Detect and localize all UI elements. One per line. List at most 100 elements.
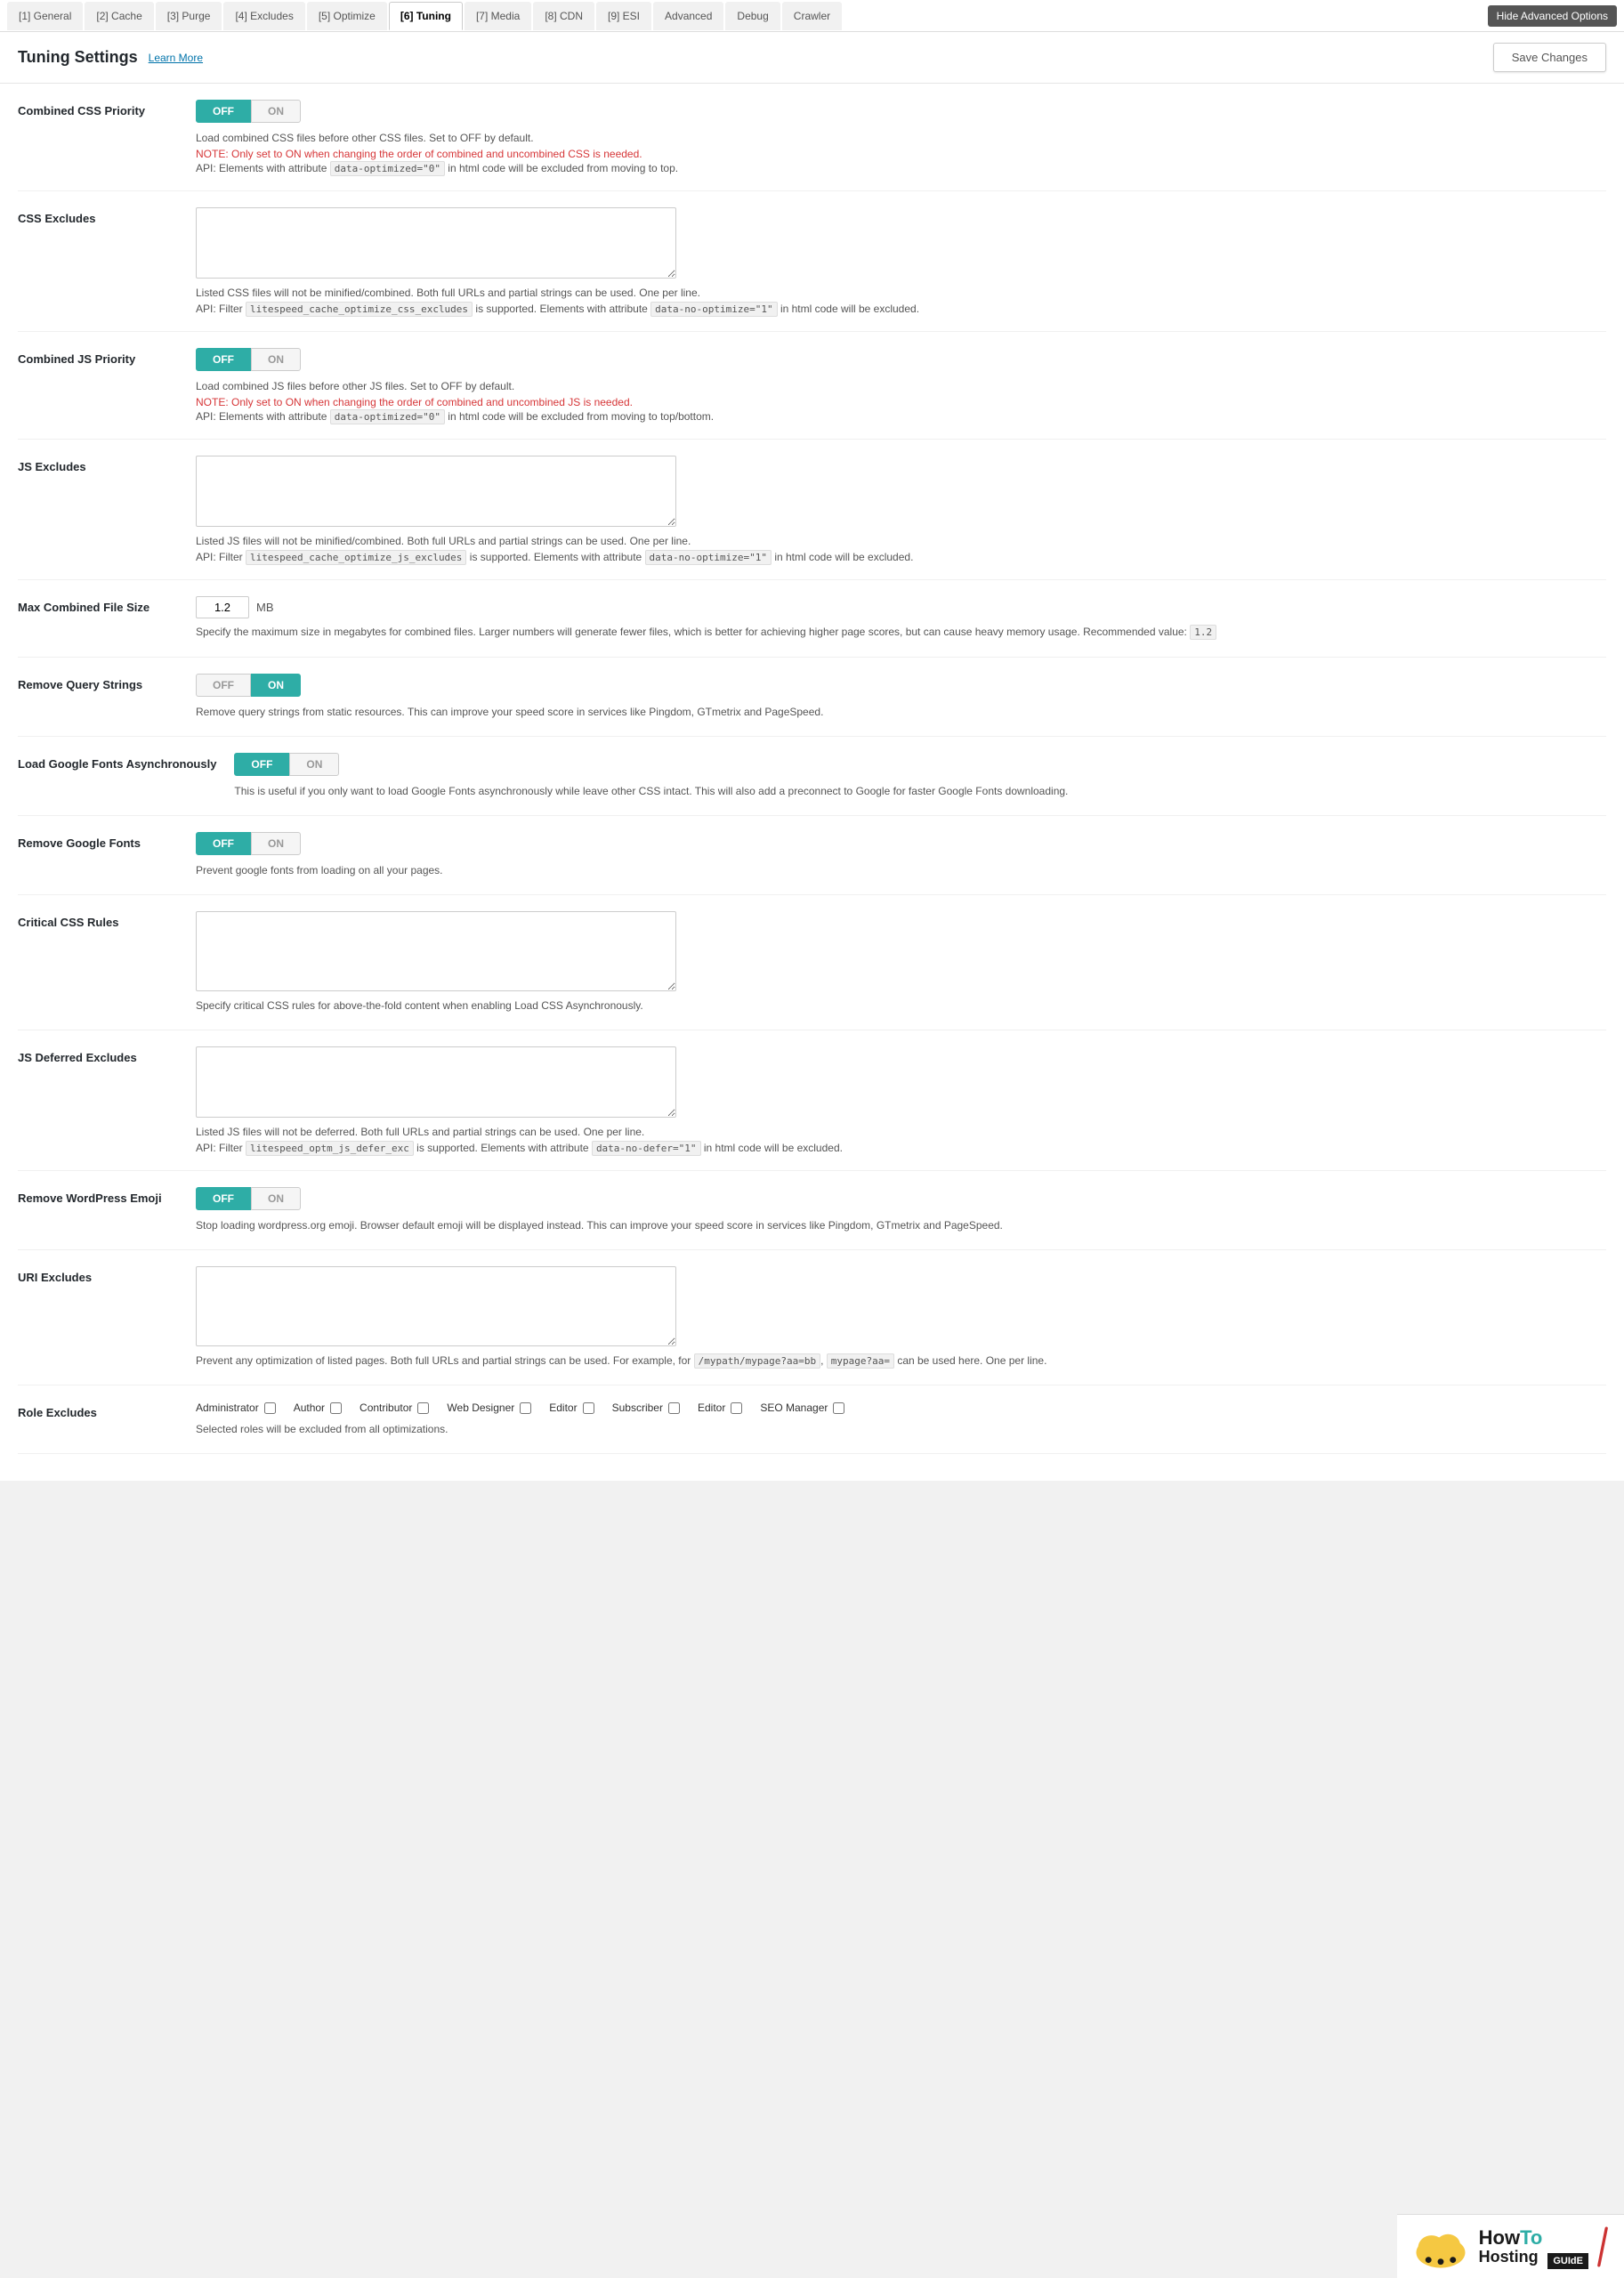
learn-more-link[interactable]: Learn More [149, 52, 203, 64]
remove-query-strings-label: Remove Query Strings [18, 674, 196, 693]
combined-css-priority-toggle: OFF ON [196, 100, 1606, 123]
remove-wordpress-emoji-toggle: OFF ON [196, 1187, 1606, 1210]
role-excludes-label: Role Excludes [18, 1402, 196, 1421]
js-deferred-excludes-api-code1: litespeed_optm_js_defer_exc [246, 1141, 414, 1156]
combined-css-priority-off-btn[interactable]: OFF [196, 100, 251, 123]
js-excludes-textarea[interactable] [196, 456, 676, 527]
branding-text-block: HowTo Hosting [1479, 2227, 1543, 2266]
max-combined-file-size-input[interactable] [196, 596, 249, 618]
js-excludes-api-code2: data-no-optimize="1" [645, 550, 772, 565]
page-title: Tuning Settings [18, 48, 138, 67]
load-google-fonts-off-btn[interactable]: OFF [234, 753, 289, 776]
uri-excludes-content: Prevent any optimization of listed pages… [196, 1266, 1606, 1369]
remove-wordpress-emoji-on-btn[interactable]: ON [251, 1187, 301, 1210]
css-excludes-textarea[interactable] [196, 207, 676, 279]
save-changes-button[interactable]: Save Changes [1493, 43, 1606, 72]
combined-js-priority-off-btn[interactable]: OFF [196, 348, 251, 371]
role-excludes-row: Role Excludes Administrator Author Contr… [18, 1385, 1606, 1454]
combined-css-priority-api: API: Elements with attribute data-optimi… [196, 162, 1606, 174]
tab-esi[interactable]: [9] ESI [596, 2, 651, 30]
combined-js-priority-label: Combined JS Priority [18, 348, 196, 368]
js-deferred-excludes-row: JS Deferred Excludes Listed JS files wil… [18, 1030, 1606, 1171]
role-item-administrator: Administrator [196, 1402, 276, 1414]
js-excludes-api: API: Filter litespeed_cache_optimize_js_… [196, 551, 1606, 563]
role-administrator-label: Administrator [196, 1402, 259, 1414]
tab-excludes[interactable]: [4] Excludes [223, 2, 304, 30]
role-web-designer-label: Web Designer [447, 1402, 514, 1414]
combined-css-priority-desc: Load combined CSS files before other CSS… [196, 130, 1606, 146]
role-seo-manager-checkbox[interactable] [833, 1402, 844, 1414]
remove-google-fonts-content: OFF ON Prevent google fonts from loading… [196, 832, 1606, 878]
load-google-fonts-desc: This is useful if you only want to load … [234, 783, 1606, 799]
max-combined-file-size-recommended: 1.2 [1190, 625, 1216, 640]
combined-js-priority-on-btn[interactable]: ON [251, 348, 301, 371]
css-excludes-api: API: Filter litespeed_cache_optimize_css… [196, 303, 1606, 315]
role-administrator-checkbox[interactable] [264, 1402, 276, 1414]
role-item-subscriber: Subscriber [612, 1402, 680, 1414]
css-excludes-desc: Listed CSS files will not be minified/co… [196, 285, 1606, 301]
max-combined-file-size-unit: MB [256, 601, 274, 614]
combined-js-priority-note: NOTE: Only set to ON when changing the o… [196, 396, 1606, 408]
tab-media[interactable]: [7] Media [465, 2, 531, 30]
tab-tuning[interactable]: [6] Tuning [389, 2, 463, 30]
role-editor2-label: Editor [698, 1402, 725, 1414]
tab-cdn[interactable]: [8] CDN [533, 2, 594, 30]
combined-js-priority-toggle: OFF ON [196, 348, 1606, 371]
max-combined-file-size-desc: Specify the maximum size in megabytes fo… [196, 624, 1606, 641]
role-item-editor: Editor [549, 1402, 594, 1414]
tab-general[interactable]: [1] General [7, 2, 83, 30]
js-excludes-desc: Listed JS files will not be minified/com… [196, 533, 1606, 549]
max-combined-file-size-input-group: MB [196, 596, 1606, 618]
role-contributor-checkbox[interactable] [417, 1402, 429, 1414]
tab-cache[interactable]: [2] Cache [85, 2, 153, 30]
js-deferred-excludes-desc: Listed JS files will not be deferred. Bo… [196, 1124, 1606, 1140]
role-contributor-label: Contributor [360, 1402, 412, 1414]
role-web-designer-checkbox[interactable] [520, 1402, 531, 1414]
remove-wordpress-emoji-off-btn[interactable]: OFF [196, 1187, 251, 1210]
remove-query-strings-on-btn[interactable]: ON [251, 674, 301, 697]
critical-css-rules-row: Critical CSS Rules Specify critical CSS … [18, 895, 1606, 1030]
js-deferred-excludes-api: API: Filter litespeed_optm_js_defer_exc … [196, 1142, 1606, 1154]
combined-css-priority-api-code: data-optimized="0" [330, 161, 445, 176]
js-deferred-excludes-textarea[interactable] [196, 1046, 676, 1118]
role-editor-checkbox[interactable] [583, 1402, 594, 1414]
branding-guide: GUIdE [1547, 2253, 1588, 2269]
main-content: Combined CSS Priority OFF ON Load combin… [0, 84, 1624, 1481]
combined-css-priority-content: OFF ON Load combined CSS files before ot… [196, 100, 1606, 174]
css-excludes-label: CSS Excludes [18, 207, 196, 227]
hide-advanced-options-button[interactable]: Hide Advanced Options [1488, 5, 1617, 27]
js-excludes-api-code1: litespeed_cache_optimize_js_excludes [246, 550, 466, 565]
uri-excludes-textarea[interactable] [196, 1266, 676, 1346]
critical-css-rules-desc: Specify critical CSS rules for above-the… [196, 998, 1606, 1014]
combined-js-priority-row: Combined JS Priority OFF ON Load combine… [18, 332, 1606, 440]
role-seo-manager-label: SEO Manager [760, 1402, 828, 1414]
remove-query-strings-toggle: OFF ON [196, 674, 1606, 697]
uri-excludes-row: URI Excludes Prevent any optimization of… [18, 1250, 1606, 1386]
load-google-fonts-on-btn[interactable]: ON [289, 753, 339, 776]
remove-query-strings-content: OFF ON Remove query strings from static … [196, 674, 1606, 720]
remove-google-fonts-desc: Prevent google fonts from loading on all… [196, 862, 1606, 878]
remove-google-fonts-off-btn[interactable]: OFF [196, 832, 251, 855]
role-subscriber-checkbox[interactable] [668, 1402, 680, 1414]
js-deferred-excludes-label: JS Deferred Excludes [18, 1046, 196, 1066]
role-editor-label: Editor [549, 1402, 577, 1414]
role-author-checkbox[interactable] [330, 1402, 342, 1414]
tab-purge[interactable]: [3] Purge [156, 2, 222, 30]
combined-js-priority-api: API: Elements with attribute data-optimi… [196, 410, 1606, 423]
critical-css-rules-label: Critical CSS Rules [18, 911, 196, 931]
tab-debug[interactable]: Debug [725, 2, 780, 30]
remove-google-fonts-on-btn[interactable]: ON [251, 832, 301, 855]
critical-css-rules-textarea[interactable] [196, 911, 676, 991]
tab-crawler[interactable]: Crawler [782, 2, 842, 30]
combined-css-priority-on-btn[interactable]: ON [251, 100, 301, 123]
role-editor2-checkbox[interactable] [731, 1402, 742, 1414]
combined-css-priority-note: NOTE: Only set to ON when changing the o… [196, 148, 1606, 160]
role-excludes-grid: Administrator Author Contributor Web Des… [196, 1402, 1606, 1414]
remove-query-strings-off-btn[interactable]: OFF [196, 674, 251, 697]
tab-optimize[interactable]: [5] Optimize [307, 2, 387, 30]
js-excludes-content: Listed JS files will not be minified/com… [196, 456, 1606, 563]
load-google-fonts-toggle: OFF ON [234, 753, 1606, 776]
role-item-web-designer: Web Designer [447, 1402, 531, 1414]
tab-advanced[interactable]: Advanced [653, 2, 723, 30]
max-combined-file-size-content: MB Specify the maximum size in megabytes… [196, 596, 1606, 641]
